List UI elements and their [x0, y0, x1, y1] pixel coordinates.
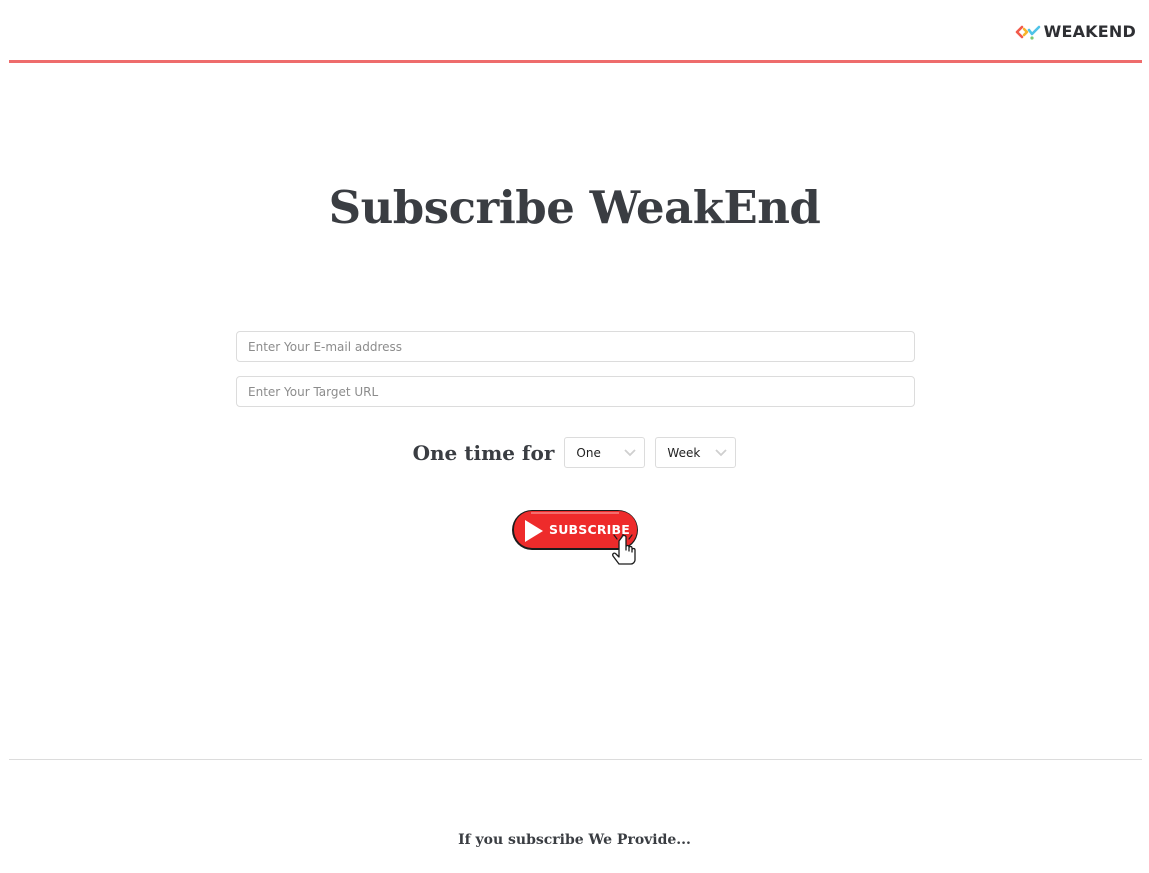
frequency-row: One time for One Week [0, 437, 1149, 468]
target-url-input[interactable] [236, 376, 915, 407]
provide-heading: If you subscribe We Provide... [458, 832, 691, 848]
frequency-count-value: One [576, 445, 601, 460]
frequency-label: One time for [412, 440, 555, 465]
colorful-arrows-logo-icon [1015, 25, 1040, 40]
chevron-down-icon [715, 449, 728, 457]
email-input[interactable] [236, 331, 915, 362]
header: WEAKEND [9, 0, 1142, 63]
section-divider [9, 759, 1142, 760]
chevron-down-icon [624, 449, 637, 457]
logo-text: WEAKEND [1043, 22, 1136, 41]
frequency-count-select[interactable]: One [564, 437, 646, 468]
page-title: Subscribe WeakEnd [328, 181, 821, 234]
subscribe-button[interactable]: SUBSCRIBE [511, 507, 641, 569]
frequency-unit-value: Week [667, 445, 701, 460]
frequency-unit-select[interactable]: Week [655, 437, 737, 468]
brand-logo[interactable]: WEAKEND [1015, 22, 1136, 42]
